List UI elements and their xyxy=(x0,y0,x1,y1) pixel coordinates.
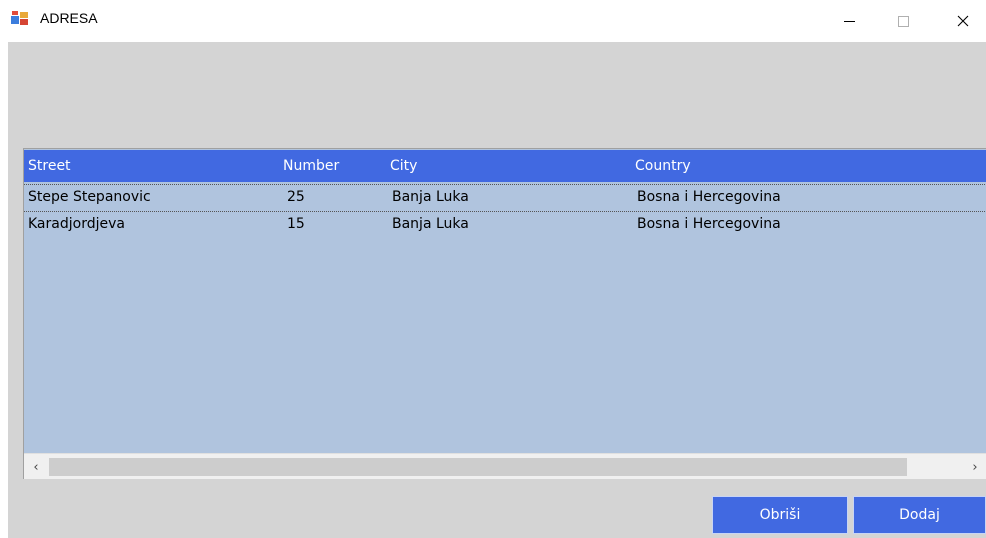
scroll-left-icon[interactable]: ‹ xyxy=(26,457,46,477)
delete-button[interactable]: Obriši xyxy=(712,496,848,534)
minimize-icon xyxy=(843,20,855,22)
maximize-button[interactable] xyxy=(880,0,926,42)
cell-number: 15 xyxy=(287,216,305,232)
application-icon xyxy=(11,11,28,25)
cell-city: Banja Luka xyxy=(392,216,469,232)
cell-country: Bosna i Hercegovina xyxy=(637,216,781,232)
table-row[interactable]: Karadjordjeva 15 Banja Luka Bosna i Herc… xyxy=(24,212,986,238)
table-row[interactable]: Stepe Stepanovic 25 Banja Luka Bosna i H… xyxy=(24,184,986,212)
maximize-icon xyxy=(897,15,909,27)
cell-country: Bosna i Hercegovina xyxy=(637,189,781,205)
title-bar: ADRESA xyxy=(0,0,986,42)
cell-street: Karadjordjeva xyxy=(28,216,125,232)
close-button[interactable] xyxy=(940,0,986,42)
window-client-area: Street Number City Country Stepe Stepano… xyxy=(8,42,986,538)
column-header-city[interactable]: City xyxy=(390,158,417,174)
cell-city: Banja Luka xyxy=(392,189,469,205)
scroll-right-icon[interactable]: › xyxy=(965,457,985,477)
window-title: ADRESA xyxy=(40,10,98,26)
list-header: Street Number City Country xyxy=(24,150,986,182)
column-header-country[interactable]: Country xyxy=(635,158,691,174)
minimize-button[interactable] xyxy=(826,0,872,42)
column-header-street[interactable]: Street xyxy=(28,158,71,174)
add-button[interactable]: Dodaj xyxy=(853,496,986,534)
close-icon xyxy=(957,15,969,27)
horizontal-scrollbar[interactable]: ‹ › xyxy=(24,453,986,479)
scroll-thumb[interactable] xyxy=(49,458,907,476)
cell-street: Stepe Stepanovic xyxy=(28,189,151,205)
address-list-view[interactable]: Street Number City Country Stepe Stepano… xyxy=(23,148,986,479)
column-header-number[interactable]: Number xyxy=(283,158,339,174)
cell-number: 25 xyxy=(287,189,305,205)
